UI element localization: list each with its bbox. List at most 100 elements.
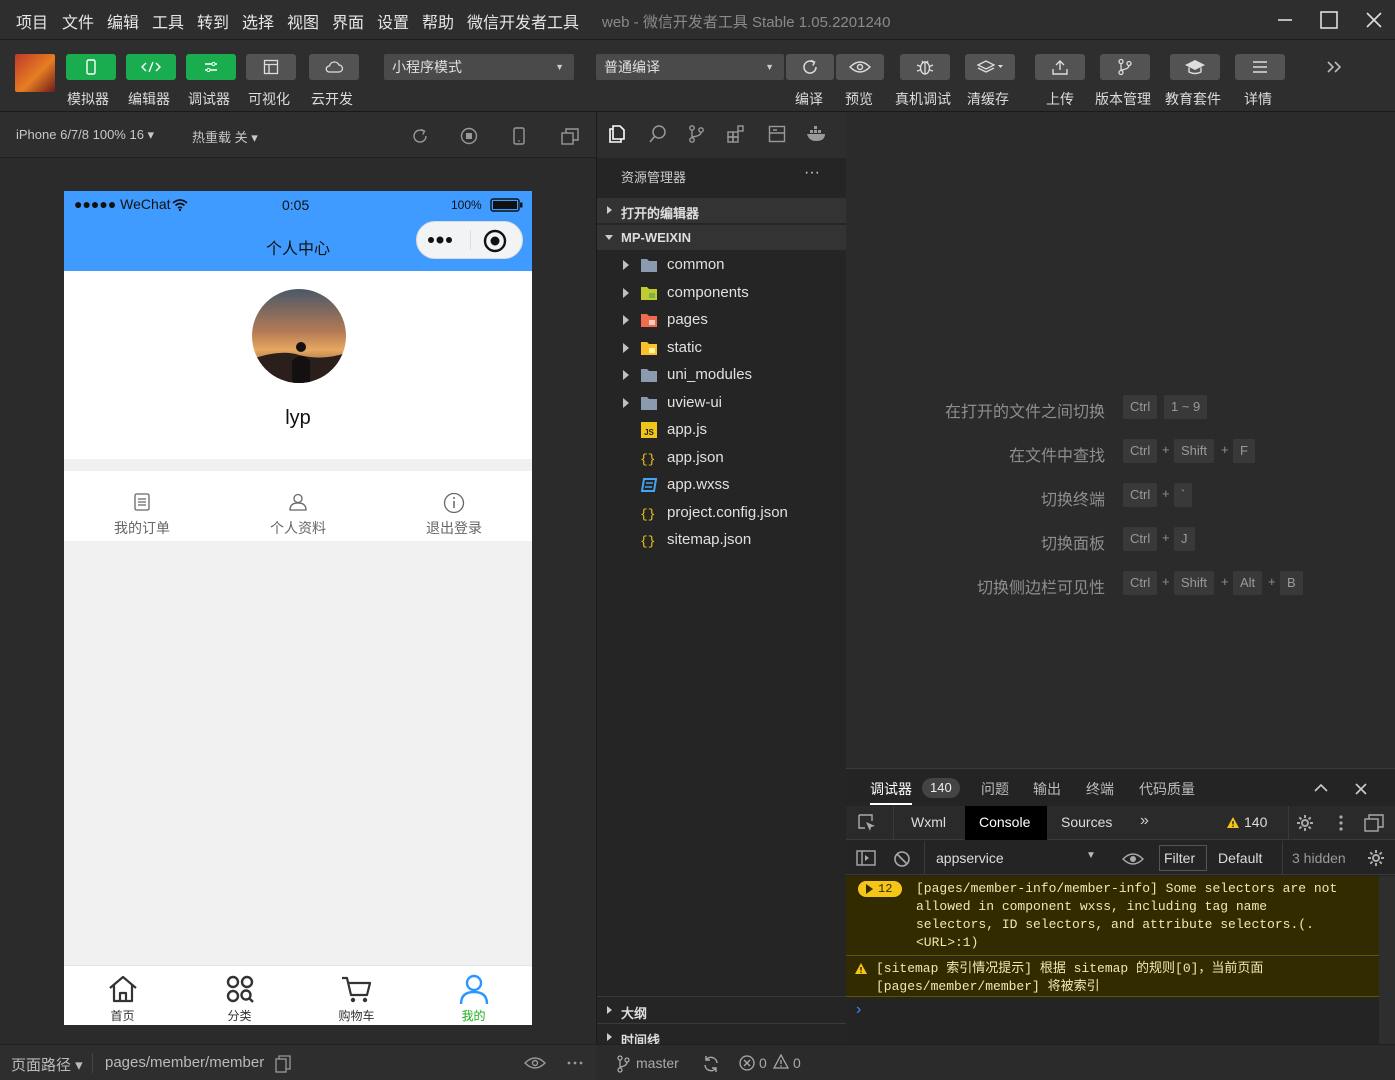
tree-folder-common[interactable]: common <box>597 252 847 279</box>
tree-folder-static[interactable]: static <box>597 335 847 362</box>
menu-view[interactable]: 视图 <box>287 9 319 33</box>
console-warning-1[interactable]: 12 [pages/member-info/member-info] Some … <box>846 876 1379 956</box>
tab-output[interactable]: 输出 <box>1033 779 1061 799</box>
simulator-toggle-button[interactable] <box>66 54 116 80</box>
extensions-icon[interactable] <box>726 124 746 144</box>
settings-gear-icon[interactable] <box>1296 814 1314 832</box>
subtab-wxml[interactable]: Wxml <box>911 814 946 830</box>
tab-mine[interactable]: 我的 <box>415 966 532 1025</box>
cloud-dev-button[interactable] <box>309 54 359 80</box>
warning-count-status[interactable]: 0 <box>793 1055 801 1071</box>
explorer-more-button[interactable]: ··· <box>804 164 820 182</box>
docker-icon[interactable] <box>806 125 828 143</box>
menu-goto[interactable]: 转到 <box>197 9 229 33</box>
warning-count[interactable]: 140 <box>1244 814 1267 830</box>
clear-cache-button[interactable] <box>965 54 1015 80</box>
search-icon[interactable] <box>648 124 668 144</box>
toolbar-overflow-button[interactable] <box>1325 58 1345 76</box>
tab-category[interactable]: 分类 <box>181 966 298 1025</box>
minimize-button[interactable] <box>1271 6 1299 34</box>
device-select[interactable]: iPhone 6/7/8 100% 16 ▾ <box>16 127 154 143</box>
copy-path-button[interactable] <box>275 1055 291 1073</box>
tab-cart[interactable]: 购物车 <box>298 966 415 1025</box>
close-icon[interactable] <box>1355 783 1367 795</box>
project-section[interactable]: MP-WEIXIN <box>597 225 847 250</box>
menu-profile-info[interactable]: 个人资料 <box>220 481 376 541</box>
page-path-select[interactable]: 页面路径 ▾ <box>11 1054 83 1075</box>
tab-home[interactable]: 首页 <box>64 966 181 1025</box>
menu-edit[interactable]: 编辑 <box>107 9 139 33</box>
tree-file-app-json[interactable]: {} app.json <box>597 445 847 472</box>
storage-icon[interactable] <box>768 125 786 143</box>
settings-gear-icon[interactable] <box>1367 849 1385 867</box>
remote-debug-button[interactable] <box>900 54 950 80</box>
project-avatar[interactable] <box>15 54 55 92</box>
editor-toggle-button[interactable] <box>126 54 176 80</box>
menu-settings[interactable]: 设置 <box>377 9 409 33</box>
menu-select[interactable]: 选择 <box>242 9 274 33</box>
source-control-icon[interactable] <box>687 124 705 144</box>
maximize-button[interactable] <box>1315 6 1343 34</box>
tree-folder-components[interactable]: components <box>597 280 847 307</box>
eye-icon[interactable] <box>1122 852 1144 866</box>
menu-logout[interactable]: 退出登录 <box>376 481 532 541</box>
tree-file-project-config-json[interactable]: {} project.config.json <box>597 500 847 527</box>
device-rotate-button[interactable] <box>512 127 526 145</box>
tab-debugger[interactable]: 调试器 <box>870 779 912 805</box>
stop-button[interactable] <box>460 127 478 145</box>
error-count[interactable]: 0 <box>759 1055 767 1071</box>
undock-icon[interactable] <box>1364 814 1384 832</box>
console-warning-2[interactable]: [sitemap 索引情况提示] 根据 sitemap 的规则[0]，当前页面 … <box>846 957 1379 997</box>
reload-simulator-button[interactable] <box>411 127 429 145</box>
clear-console-icon[interactable] <box>893 850 911 868</box>
mode-select[interactable]: 小程序模式 ▼ <box>384 54 574 80</box>
console-scrollbar[interactable] <box>1379 876 1395 1045</box>
education-kit-button[interactable] <box>1170 54 1220 80</box>
menu-tools[interactable]: 工具 <box>152 9 184 33</box>
subtab-console[interactable]: Console <box>979 814 1030 830</box>
git-branch[interactable]: master <box>636 1055 679 1071</box>
chevron-up-icon[interactable] <box>1314 783 1328 793</box>
files-icon[interactable] <box>607 124 627 144</box>
tree-file-sitemap-json[interactable]: {} sitemap.json <box>597 527 847 554</box>
tab-code-quality[interactable]: 代码质量 <box>1139 779 1195 799</box>
tree-folder-pages[interactable]: pages <box>597 307 847 334</box>
more-button[interactable] <box>425 230 459 250</box>
avatar[interactable] <box>252 289 346 383</box>
log-level-select[interactable]: Default <box>1218 850 1262 866</box>
tab-problems[interactable]: 问题 <box>981 779 1009 799</box>
upload-button[interactable] <box>1035 54 1085 80</box>
tree-folder-uview-ui[interactable]: uview-ui <box>597 390 847 417</box>
menu-interface[interactable]: 界面 <box>332 9 364 33</box>
visual-toggle-button[interactable] <box>246 54 296 80</box>
debugger-toggle-button[interactable] <box>186 54 236 80</box>
hot-reload-select[interactable]: 热重载 关 ▾ <box>192 127 258 146</box>
tab-terminal[interactable]: 终端 <box>1086 779 1114 799</box>
preview-button[interactable] <box>836 54 884 80</box>
menu-file[interactable]: 文件 <box>62 9 94 33</box>
menu-project[interactable]: 项目 <box>16 9 48 33</box>
compile-button[interactable] <box>786 54 834 80</box>
version-control-button[interactable] <box>1100 54 1150 80</box>
subtab-more[interactable]: » <box>1140 812 1149 830</box>
tree-file-app-wxss[interactable]: app.wxss <box>597 472 847 499</box>
popout-simulator-button[interactable] <box>561 127 579 145</box>
menu-wechat-devtools[interactable]: 微信开发者工具 <box>467 9 579 33</box>
filter-input[interactable]: Filter <box>1159 845 1207 871</box>
compile-mode-select[interactable]: 普通编译 ▼ <box>596 54 784 80</box>
sync-icon[interactable] <box>702 1055 720 1073</box>
inspect-element-icon[interactable] <box>858 814 876 832</box>
menu-help[interactable]: 帮助 <box>422 9 454 33</box>
console-prompt[interactable]: › <box>856 1001 861 1019</box>
tree-folder-uni-modules[interactable]: uni_modules <box>597 362 847 389</box>
close-window-button[interactable] <box>1360 6 1388 34</box>
kebab-menu-icon[interactable] <box>1338 814 1344 832</box>
tree-file-app-js[interactable]: JS app.js <box>597 417 847 444</box>
sidebar-toggle-icon[interactable] <box>856 850 876 866</box>
subtab-sources[interactable]: Sources <box>1061 814 1112 830</box>
outline-section[interactable]: 大纲 <box>597 996 847 1022</box>
details-button[interactable] <box>1235 54 1285 80</box>
page-params-button[interactable] <box>524 1056 546 1070</box>
open-editors-section[interactable]: 打开的编辑器 <box>597 198 847 223</box>
page-more-button[interactable] <box>566 1055 584 1071</box>
